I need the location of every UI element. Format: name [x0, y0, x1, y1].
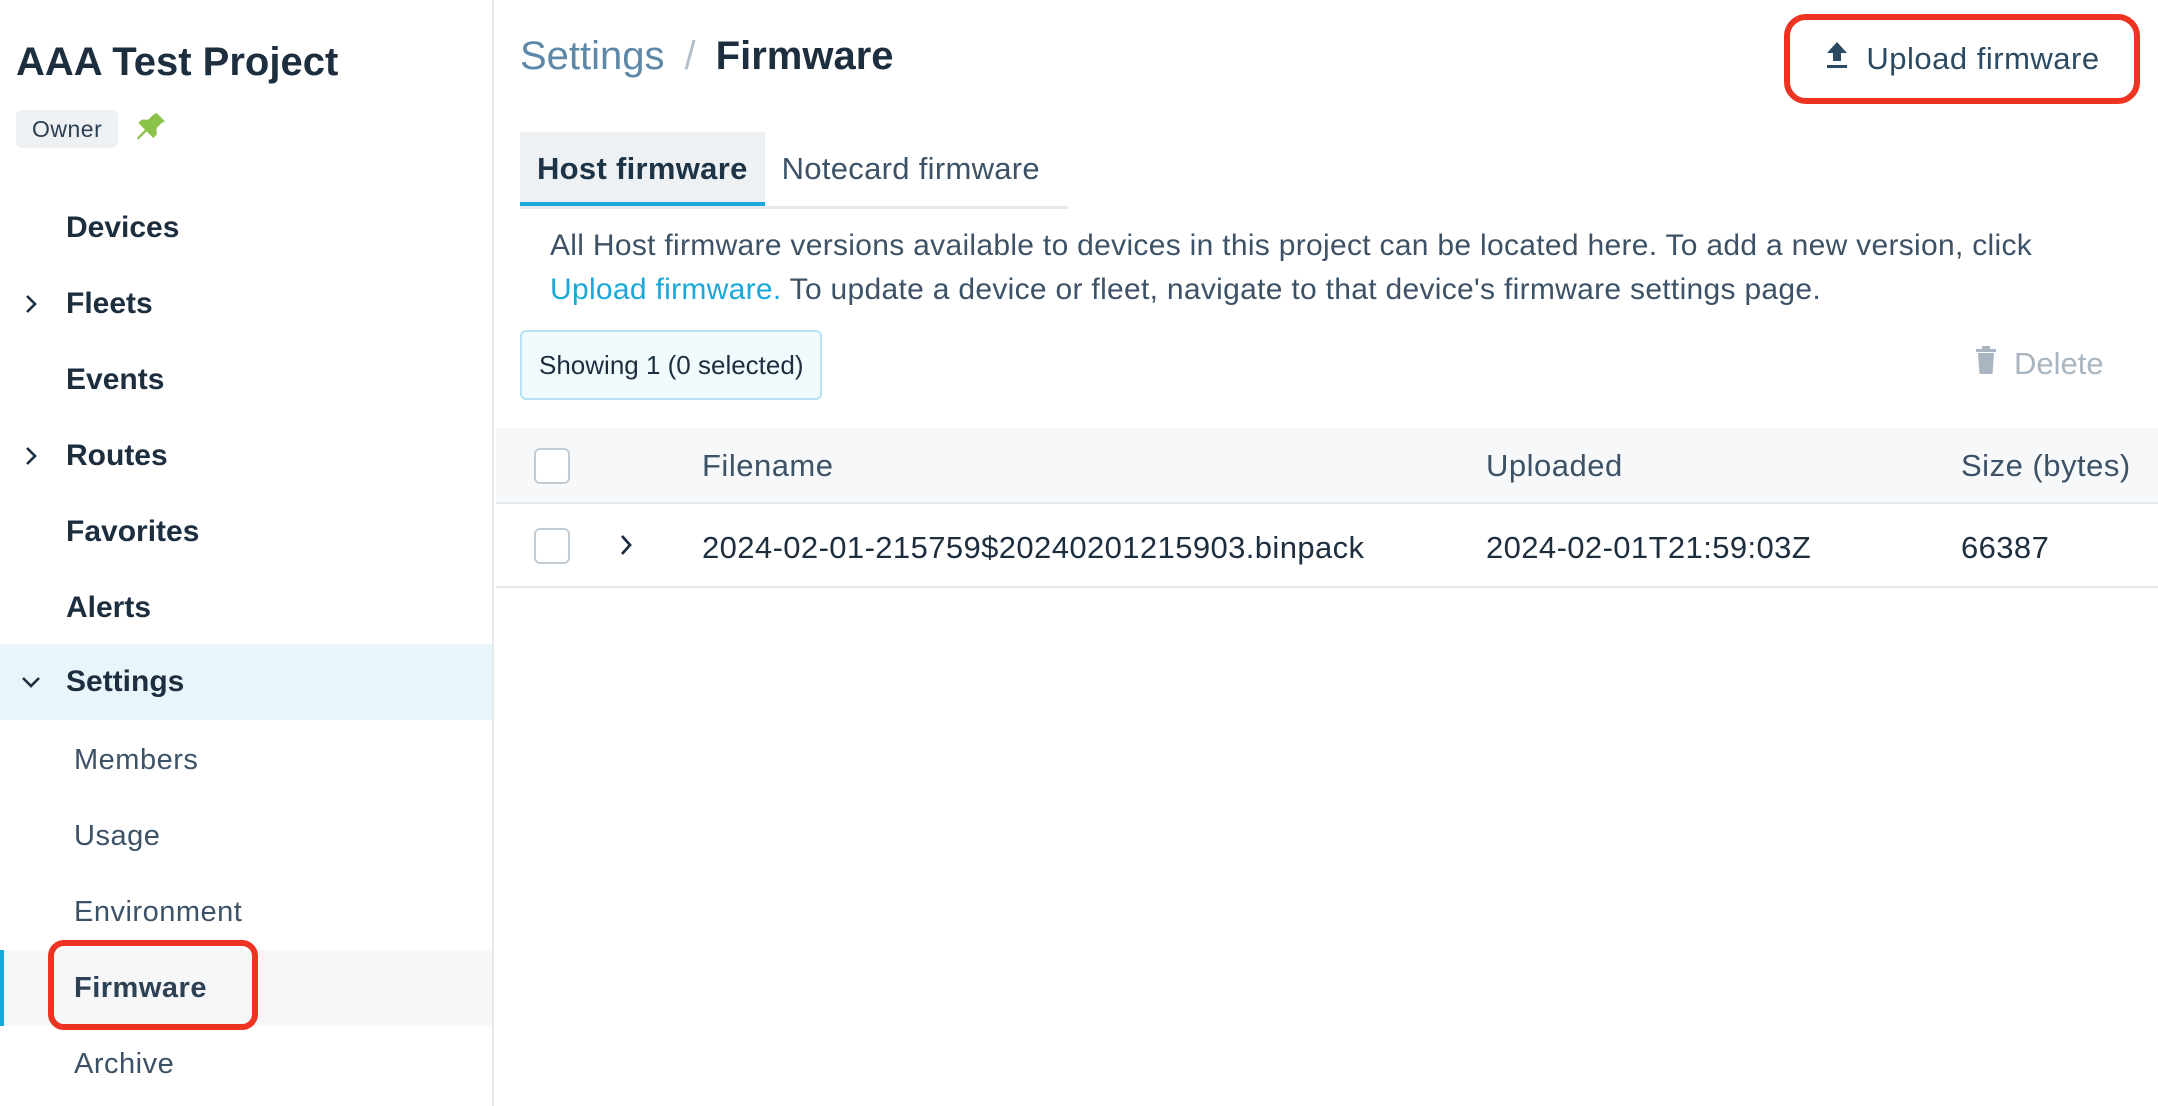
sidebar-subitem-label: Environment	[74, 896, 243, 928]
delete-label: Delete	[2014, 346, 2104, 381]
sidebar-item-devices[interactable]: Devices	[0, 190, 492, 266]
sidebar-subitem-usage[interactable]: Usage	[0, 798, 492, 874]
sidebar-subitem-firmware[interactable]: Firmware	[0, 950, 492, 1026]
sidebar-subitem-label: Firmware	[74, 972, 207, 1004]
sidebar-item-alerts[interactable]: Alerts	[0, 570, 492, 646]
description-after-link: To update a device or fleet, navigate to…	[781, 273, 1822, 306]
sidebar-subitem-archive[interactable]: Archive	[0, 1026, 492, 1102]
sidebar-item-fleets[interactable]: Fleets	[0, 266, 492, 342]
pin-icon[interactable]	[130, 108, 170, 148]
sidebar-item-label: Devices	[66, 211, 180, 244]
tab-host-firmware[interactable]: Host firmware	[520, 132, 765, 206]
upload-firmware-button[interactable]: Upload firmware	[1784, 14, 2140, 104]
upload-firmware-link[interactable]: Upload firmware.	[550, 273, 782, 306]
breadcrumb: Settings / Firmware	[520, 34, 894, 79]
chevron-right-icon[interactable]	[20, 266, 42, 342]
description-text: All Host firmware versions available to …	[550, 224, 2130, 312]
trash-icon	[1974, 344, 1998, 384]
table-header: Filename Uploaded Size (bytes)	[496, 428, 2158, 504]
sidebar-item-routes[interactable]: Routes	[0, 418, 492, 494]
sidebar-item-label: Fleets	[66, 287, 153, 320]
row-checkbox[interactable]	[534, 528, 570, 564]
selection-count-badge: Showing 1 (0 selected)	[520, 330, 823, 400]
sidebar-item-favorites[interactable]: Favorites	[0, 494, 492, 570]
description-before-link: All Host firmware versions available to …	[550, 229, 2033, 262]
sidebar: AAA Test Project Owner Devices Fleets Ev…	[0, 0, 494, 1106]
tab-notecard-firmware[interactable]: Notecard firmware	[765, 132, 1057, 206]
sidebar-item-settings[interactable]: Settings	[0, 644, 492, 720]
sidebar-subitem-label: Archive	[74, 1048, 175, 1080]
row-uploaded: 2024-02-01T21:59:03Z	[1486, 530, 1812, 565]
upload-firmware-label: Upload firmware	[1866, 41, 2100, 76]
project-title: AAA Test Project	[16, 40, 339, 84]
column-header-filename[interactable]: Filename	[702, 428, 834, 504]
row-size: 66387	[1961, 530, 2050, 565]
firmware-tabs: Host firmware Notecard firmware	[520, 132, 1068, 209]
sidebar-item-events[interactable]: Events	[0, 342, 492, 418]
sidebar-item-label: Favorites	[66, 515, 200, 548]
breadcrumb-settings-link[interactable]: Settings	[520, 34, 665, 78]
select-all-checkbox[interactable]	[534, 448, 570, 484]
sidebar-subitem-label: Usage	[74, 820, 161, 852]
sidebar-subitem-environment[interactable]: Environment	[0, 874, 492, 950]
page-title: Firmware	[715, 34, 894, 78]
sidebar-item-label: Routes	[66, 439, 168, 472]
chevron-right-icon[interactable]	[20, 418, 42, 494]
sidebar-item-label: Events	[66, 363, 165, 396]
sidebar-item-label: Alerts	[66, 591, 152, 624]
column-header-size[interactable]: Size (bytes)	[1961, 428, 2131, 504]
row-filename: 2024-02-01-215759$20240201215903.binpack	[702, 530, 1365, 565]
upload-icon	[1824, 40, 1850, 78]
table-row[interactable]: 2024-02-01-215759$20240201215903.binpack…	[496, 504, 2158, 588]
chevron-right-icon[interactable]	[618, 532, 634, 563]
sidebar-subitem-members[interactable]: Members	[0, 722, 492, 798]
delete-button[interactable]: Delete	[1974, 344, 2104, 384]
column-header-uploaded[interactable]: Uploaded	[1486, 428, 1623, 504]
chevron-down-icon[interactable]	[20, 644, 42, 720]
sidebar-item-label: Settings	[66, 665, 185, 698]
breadcrumb-separator: /	[684, 34, 696, 78]
sidebar-subitem-label: Members	[74, 744, 199, 776]
role-badge: Owner	[16, 110, 119, 148]
